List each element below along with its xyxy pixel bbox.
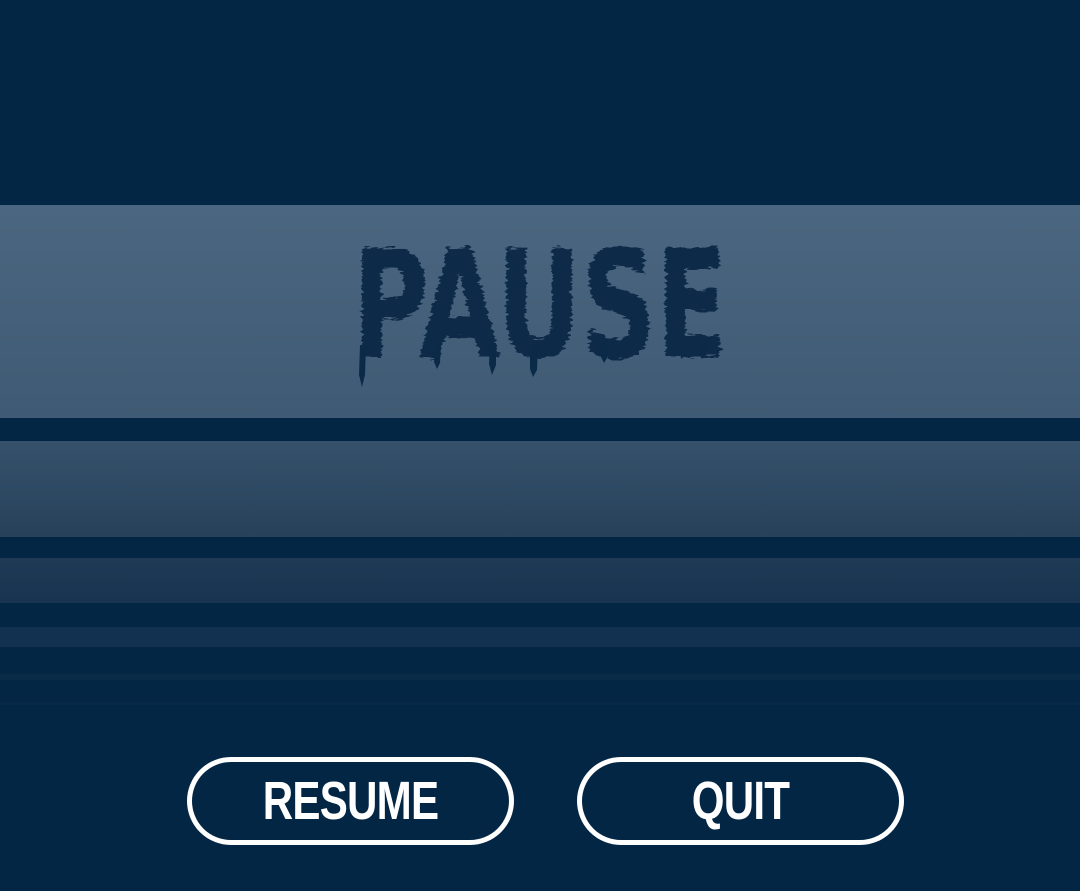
resume-button-label: RESUME [262,771,439,831]
stripe-band [0,441,1080,537]
resume-button[interactable]: RESUME [187,757,514,845]
pause-title: PAUSE [340,225,740,400]
quit-button-label: QUIT [691,771,790,831]
pause-title-graphic: PAUSE [353,225,728,393]
pause-title-text: PAUSE [353,225,728,393]
stripe-band [0,558,1080,603]
pause-screen: PAUSE RESUME QUIT [0,0,1080,891]
stripe-band [0,627,1080,647]
stripe-band [0,674,1080,680]
quit-button[interactable]: QUIT [577,757,904,845]
stripe-band [0,702,1080,705]
